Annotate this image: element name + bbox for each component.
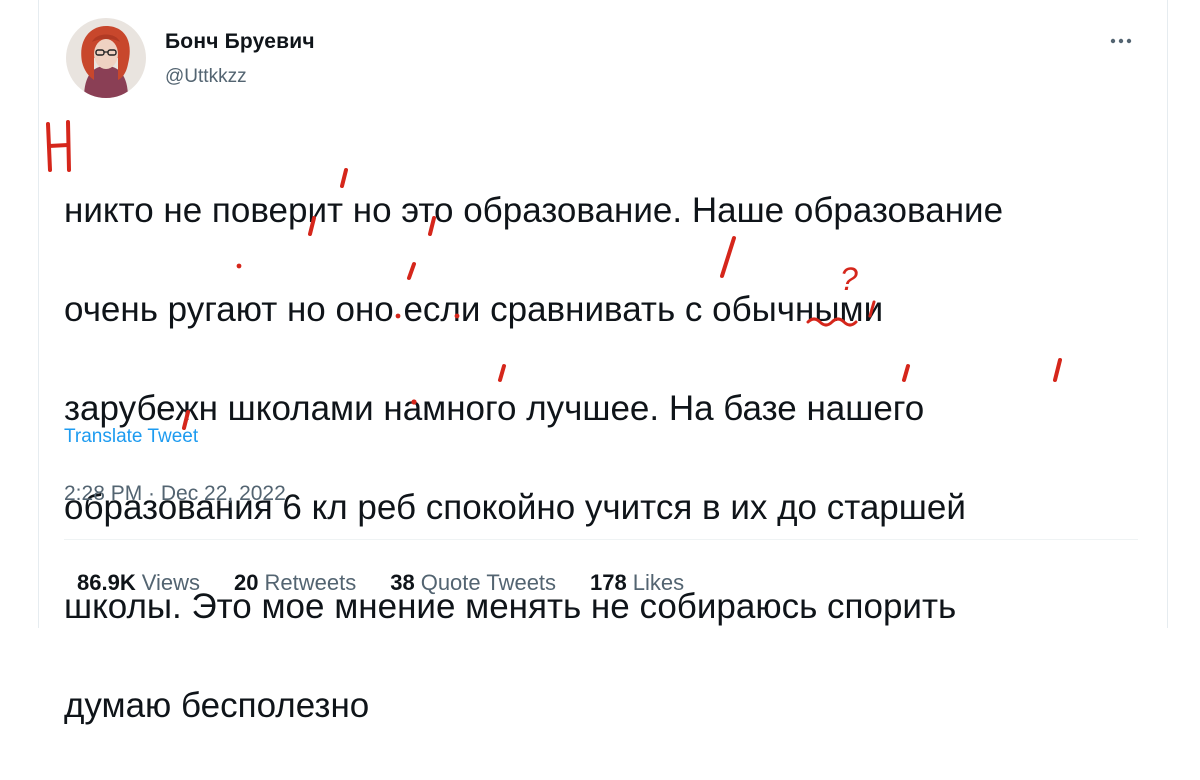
more-options-button[interactable] [1104, 26, 1138, 56]
stat-retweets-value: 20 [234, 570, 259, 595]
stat-quote-tweets[interactable]: 38 Quote Tweets [390, 570, 556, 596]
tweet-stats: 86.9K Views 20 Retweets 38 Quote Tweets … [77, 570, 718, 596]
tweet-line: очень ругают но оно если сравнивать с об… [64, 289, 884, 329]
stat-likes-value: 178 [590, 570, 627, 595]
tweet-text: никто не поверит но это образование. Наш… [64, 136, 1134, 780]
stat-quote-tweets-value: 38 [390, 570, 415, 595]
more-horizontal-icon [1110, 38, 1132, 44]
tweet-line: думаю бесполезно [64, 685, 370, 725]
stat-views-label: Views [141, 570, 201, 595]
avatar-image [66, 18, 146, 98]
tweet-timestamp[interactable]: 2:28 PM · Dec 22, 2022 [64, 482, 286, 506]
author-handle[interactable]: @Uttkkzz [165, 66, 247, 88]
author-name[interactable]: Бонч Бруевич [165, 30, 315, 54]
stat-likes[interactable]: 178 Likes [590, 570, 684, 596]
tweet-line: никто не поверит но это образование. Наш… [64, 190, 1004, 230]
translate-tweet-link[interactable]: Translate Tweet [64, 426, 198, 448]
stat-quote-tweets-label: Quote Tweets [420, 570, 557, 595]
stat-retweets[interactable]: 20 Retweets [234, 570, 356, 596]
tweet-line: зарубежн школами намного лучшее. На базе… [64, 388, 925, 428]
stat-views[interactable]: 86.9K Views [77, 570, 200, 596]
stat-views-value: 86.9K [77, 570, 136, 595]
stat-likes-label: Likes [632, 570, 685, 595]
divider [64, 539, 1138, 540]
author-avatar[interactable] [66, 18, 146, 98]
stat-retweets-label: Retweets [264, 570, 357, 595]
